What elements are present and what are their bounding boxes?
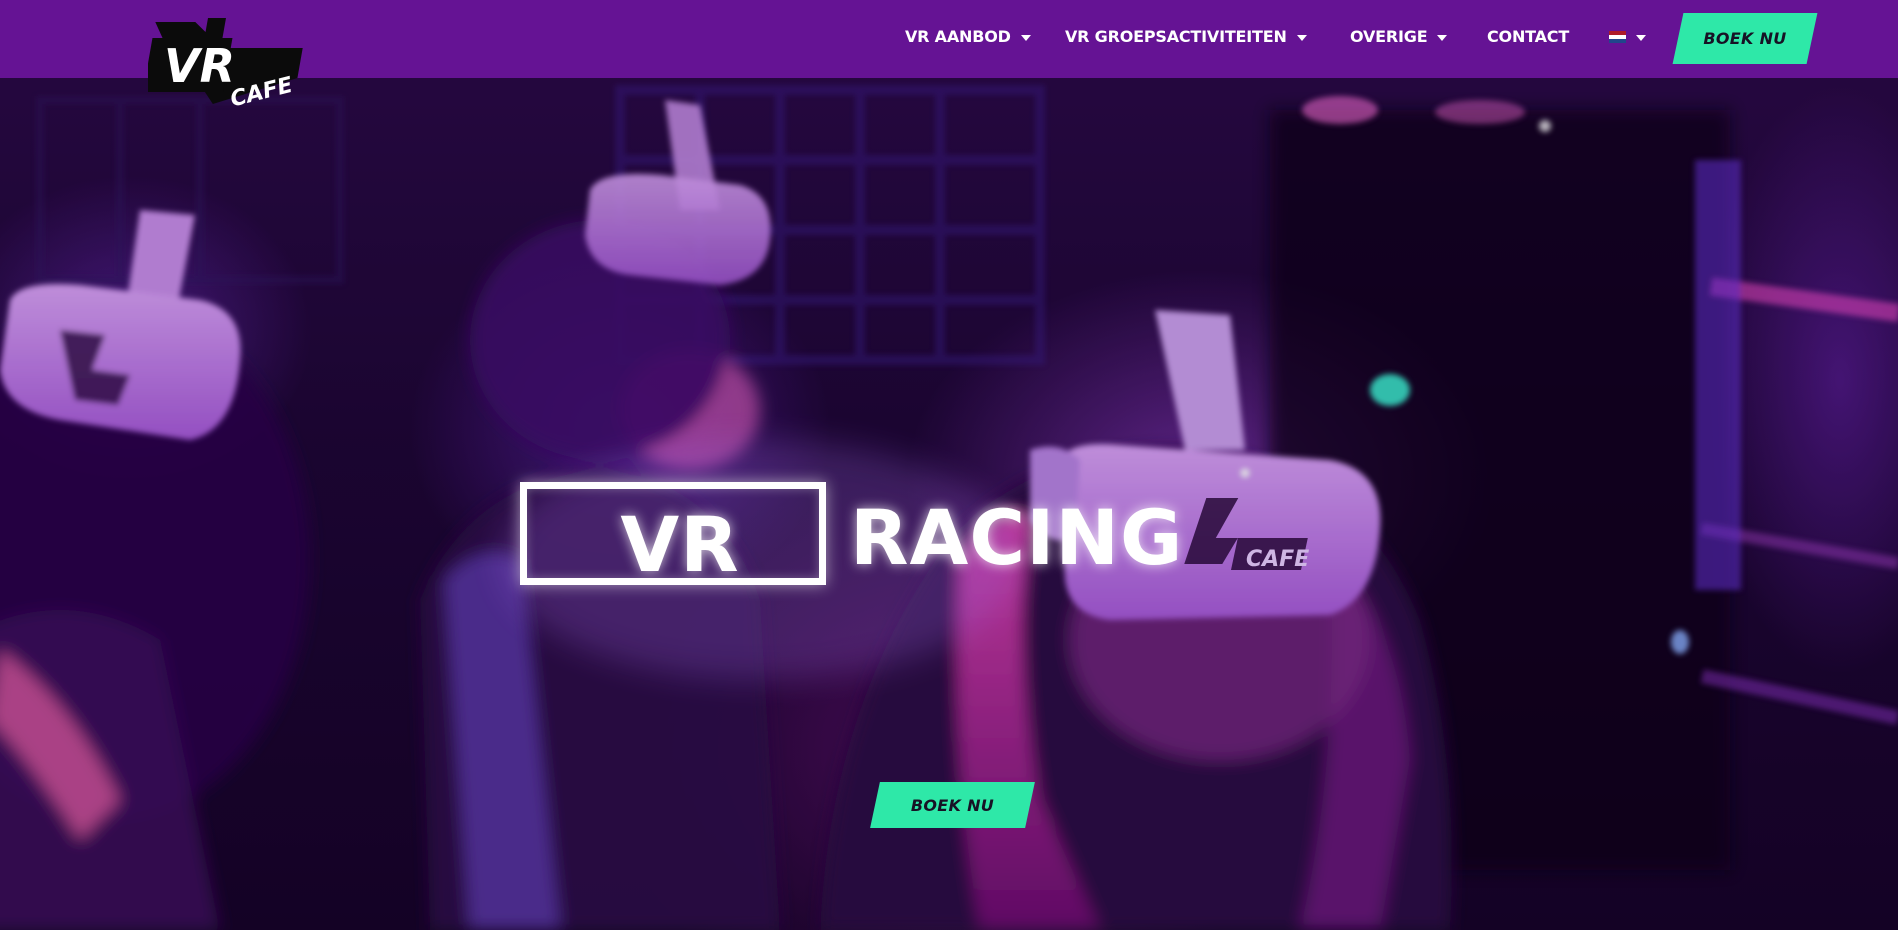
nav-item-label: VR AANBOD: [905, 27, 1011, 46]
nav-item-vr-aanbod[interactable]: VR AANBOD: [905, 27, 1031, 46]
hero-title: VR RACING: [512, 472, 1212, 598]
nav-item-label: OVERIGE: [1350, 27, 1428, 46]
vr-cafe-logo[interactable]: VR CAFE: [142, 18, 312, 112]
book-now-label: BOEK NU: [1703, 29, 1787, 48]
flag-nl-icon: [1609, 31, 1626, 43]
nav-item-label: VR GROEPSACTIVITEITEN: [1065, 27, 1287, 46]
nav-item-overige[interactable]: OVERIGE: [1350, 27, 1448, 46]
chevron-down-icon: [1020, 34, 1031, 41]
book-now-button-hero[interactable]: BOEK NU: [875, 782, 1030, 828]
chevron-down-icon: [1437, 34, 1448, 41]
hero-title-racing: RACING: [850, 493, 1184, 582]
hero-title-vr: VR: [620, 500, 740, 589]
nav-item-vr-groepsactiviteiten[interactable]: VR GROEPSACTIVITEITEN: [1065, 27, 1307, 46]
nav-item-label: CONTACT: [1487, 27, 1570, 46]
chevron-down-icon: [1636, 35, 1646, 41]
book-now-label: BOEK NU: [910, 795, 995, 815]
logo-icon: VR CAFE: [142, 18, 303, 112]
hero-title-box: VR: [520, 482, 826, 589]
book-now-button-nav[interactable]: BOEK NU: [1678, 13, 1812, 64]
nav-item-contact[interactable]: CONTACT: [1487, 27, 1569, 46]
logo-text-top: VR: [164, 39, 235, 93]
chevron-down-icon: [1296, 34, 1307, 41]
language-switcher[interactable]: [1609, 31, 1646, 43]
